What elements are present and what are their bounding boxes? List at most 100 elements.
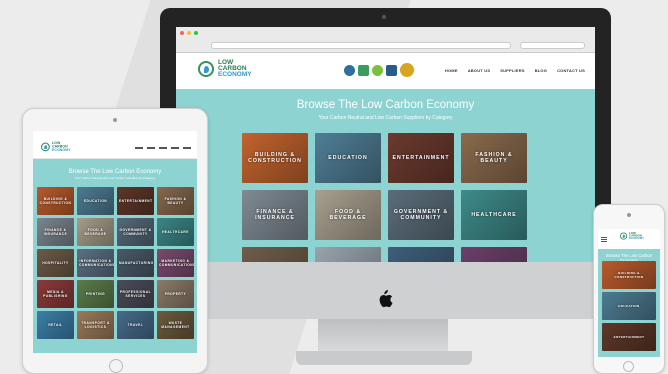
- category-label: EDUCATION: [618, 304, 640, 308]
- category-tile[interactable]: TRAVEL: [117, 311, 154, 339]
- category-tile[interactable]: EDUCATION: [77, 187, 114, 215]
- category-label: WASTE MANAGEMENT: [161, 321, 190, 329]
- desktop-screen: LOW CARBON ECONOMY HOME ABOUT US SUPPLIE…: [176, 27, 595, 262]
- category-label: HEALTHCARE: [471, 212, 517, 218]
- nav-item[interactable]: [183, 147, 191, 149]
- category-grid: BUILDING & CONSTRUCTION EDUCATION ENTERTAI…: [37, 187, 194, 339]
- category-label: ENTERTAINMENT: [613, 335, 645, 339]
- logo-line: ECONOMY: [629, 236, 645, 241]
- category-tile[interactable]: GOVERNMENT & COMMUNITY: [117, 218, 154, 246]
- certification-badge-icon: [386, 64, 397, 76]
- category-tile[interactable]: FASHION & BEAUTY: [157, 187, 194, 215]
- category-tile[interactable]: MARKETING & COMMUNICATIONS: [157, 249, 194, 277]
- leaf-drop-icon: [41, 142, 50, 152]
- category-tile[interactable]: EDUCATION: [315, 133, 381, 183]
- site-logo[interactable]: LOW CARBON ECONOMY: [620, 232, 644, 240]
- nav-about[interactable]: ABOUT US: [468, 68, 491, 73]
- category-tile[interactable]: FINANCE & INSURANCE: [37, 218, 74, 246]
- category-tile[interactable]: FOOD & BEVERAGE: [315, 190, 381, 240]
- category-label: EDUCATION: [83, 199, 108, 203]
- category-label: HEALTHCARE: [162, 230, 189, 234]
- category-list: BUILDING & CONSTRUCTION EDUCATION ENTERTAI…: [602, 261, 656, 354]
- category-tile[interactable]: BUILDING & CONSTRUCTION: [602, 261, 656, 289]
- apple-logo-icon: [379, 290, 393, 308]
- category-tile[interactable]: [388, 247, 454, 262]
- imac-stand-foot: [296, 351, 472, 365]
- category-label: PRINTING: [85, 292, 106, 296]
- logo-line: ECONOMY: [52, 148, 71, 152]
- window-minimize-button[interactable]: [187, 31, 191, 35]
- category-tile[interactable]: BUILDING & CONSTRUCTION: [37, 187, 74, 215]
- category-tile[interactable]: [242, 247, 308, 262]
- category-tile[interactable]: INFORMATION & COMMUNICATIONS: [77, 249, 114, 277]
- site-logo[interactable]: LOW CARBON ECONOMY: [41, 142, 70, 152]
- category-label: GOVERNMENT & COMMUNITY: [393, 209, 449, 221]
- imac-bezel: LOW CARBON ECONOMY HOME ABOUT US SUPPLIE…: [160, 8, 611, 262]
- category-tile[interactable]: FASHION & BEAUTY: [461, 133, 527, 183]
- category-tile[interactable]: ENTERTAINMENT: [602, 323, 656, 351]
- category-tile[interactable]: HOSPITALITY: [37, 249, 74, 277]
- category-label: INFORMATION & COMMUNICATIONS: [79, 259, 114, 267]
- category-tile[interactable]: PROPERTY: [157, 280, 194, 308]
- camera-icon: [113, 118, 117, 122]
- main-nav: HOME ABOUT US SUPPLIERS BLOG CONTACT US: [445, 68, 585, 73]
- site-logo[interactable]: LOW CARBON ECONOMY: [198, 59, 252, 78]
- category-tile[interactable]: PRINTING: [77, 280, 114, 308]
- nav-contact[interactable]: CONTACT US: [557, 68, 585, 73]
- category-tile[interactable]: HEALTHCARE: [461, 190, 527, 240]
- window-close-button[interactable]: [180, 31, 184, 35]
- nav-item[interactable]: [135, 147, 143, 149]
- home-button[interactable]: [109, 359, 123, 373]
- category-label: FINANCE & INSURANCE: [43, 228, 68, 236]
- category-tile[interactable]: HEALTHCARE: [157, 218, 194, 246]
- category-tile[interactable]: PROFESSIONAL SERVICES: [117, 280, 154, 308]
- category-label: FASHION & BEAUTY: [164, 197, 187, 205]
- category-tile[interactable]: TRANSPORT & LOGISTICS: [77, 311, 114, 339]
- category-tile[interactable]: WASTE MANAGEMENT: [157, 311, 194, 339]
- category-tile[interactable]: EDUCATION: [602, 292, 656, 320]
- nav-item[interactable]: [171, 147, 179, 149]
- category-tile[interactable]: ENTERTAINMENT: [388, 133, 454, 183]
- category-tile[interactable]: ENTERTAINMENT: [117, 187, 154, 215]
- address-bar[interactable]: [211, 42, 511, 49]
- category-label: PROFESSIONAL SERVICES: [119, 290, 152, 298]
- leaf-drop-icon: [620, 232, 628, 240]
- certification-badge-icon: [344, 64, 355, 76]
- category-label: BUILDING & CONSTRUCTION: [39, 197, 72, 205]
- category-tile[interactable]: BUILDING & CONSTRUCTION: [242, 133, 308, 183]
- certification-badges: [344, 63, 414, 77]
- window-maximize-button[interactable]: [194, 31, 198, 35]
- certification-badge-icon: [358, 64, 369, 76]
- nav-suppliers[interactable]: SUPPLIERS: [500, 68, 524, 73]
- category-tile[interactable]: INTERNET: [315, 247, 381, 262]
- iphone-frame: LOW CARBON ECONOMY Browse The Low Carbon…: [593, 204, 665, 374]
- category-label: EDUCATION: [328, 155, 368, 161]
- site-header: LOW CARBON ECONOMY: [598, 229, 660, 249]
- camera-icon: [627, 213, 631, 217]
- category-label: TRAVEL: [127, 323, 144, 327]
- category-tile[interactable]: GOVERNMENT & COMMUNITY: [388, 190, 454, 240]
- hamburger-menu-icon[interactable]: [601, 237, 607, 243]
- category-tile[interactable]: [461, 247, 527, 262]
- category-tile[interactable]: MANUFACTURING: [117, 249, 154, 277]
- category-label: ENTERTAINMENT: [392, 155, 450, 161]
- nav-item[interactable]: [159, 147, 167, 149]
- category-label: BUILDING & CONSTRUCTION: [248, 152, 302, 164]
- browser-toolbar: [176, 27, 595, 53]
- nav-home[interactable]: HOME: [445, 68, 458, 73]
- nav-item[interactable]: [147, 147, 155, 149]
- category-tile[interactable]: FOOD & BEVERAGE: [77, 218, 114, 246]
- category-label: PROPERTY: [164, 292, 187, 296]
- category-tile[interactable]: FINANCE & INSURANCE: [242, 190, 308, 240]
- leaf-drop-icon: [198, 61, 214, 77]
- phone-screen: LOW CARBON ECONOMY Browse The Low Carbon…: [598, 229, 660, 357]
- home-button[interactable]: [623, 361, 634, 372]
- browser-search-field[interactable]: [520, 42, 585, 49]
- category-label: FOOD & BEVERAGE: [84, 228, 107, 236]
- category-tile[interactable]: MEDIA & PUBLISHING: [37, 280, 74, 308]
- category-tile[interactable]: RETAIL: [37, 311, 74, 339]
- nav-blog[interactable]: BLOG: [535, 68, 547, 73]
- category-label: ENTERTAINMENT: [119, 199, 153, 203]
- imac-chin: [160, 262, 611, 319]
- main-nav: [135, 147, 191, 149]
